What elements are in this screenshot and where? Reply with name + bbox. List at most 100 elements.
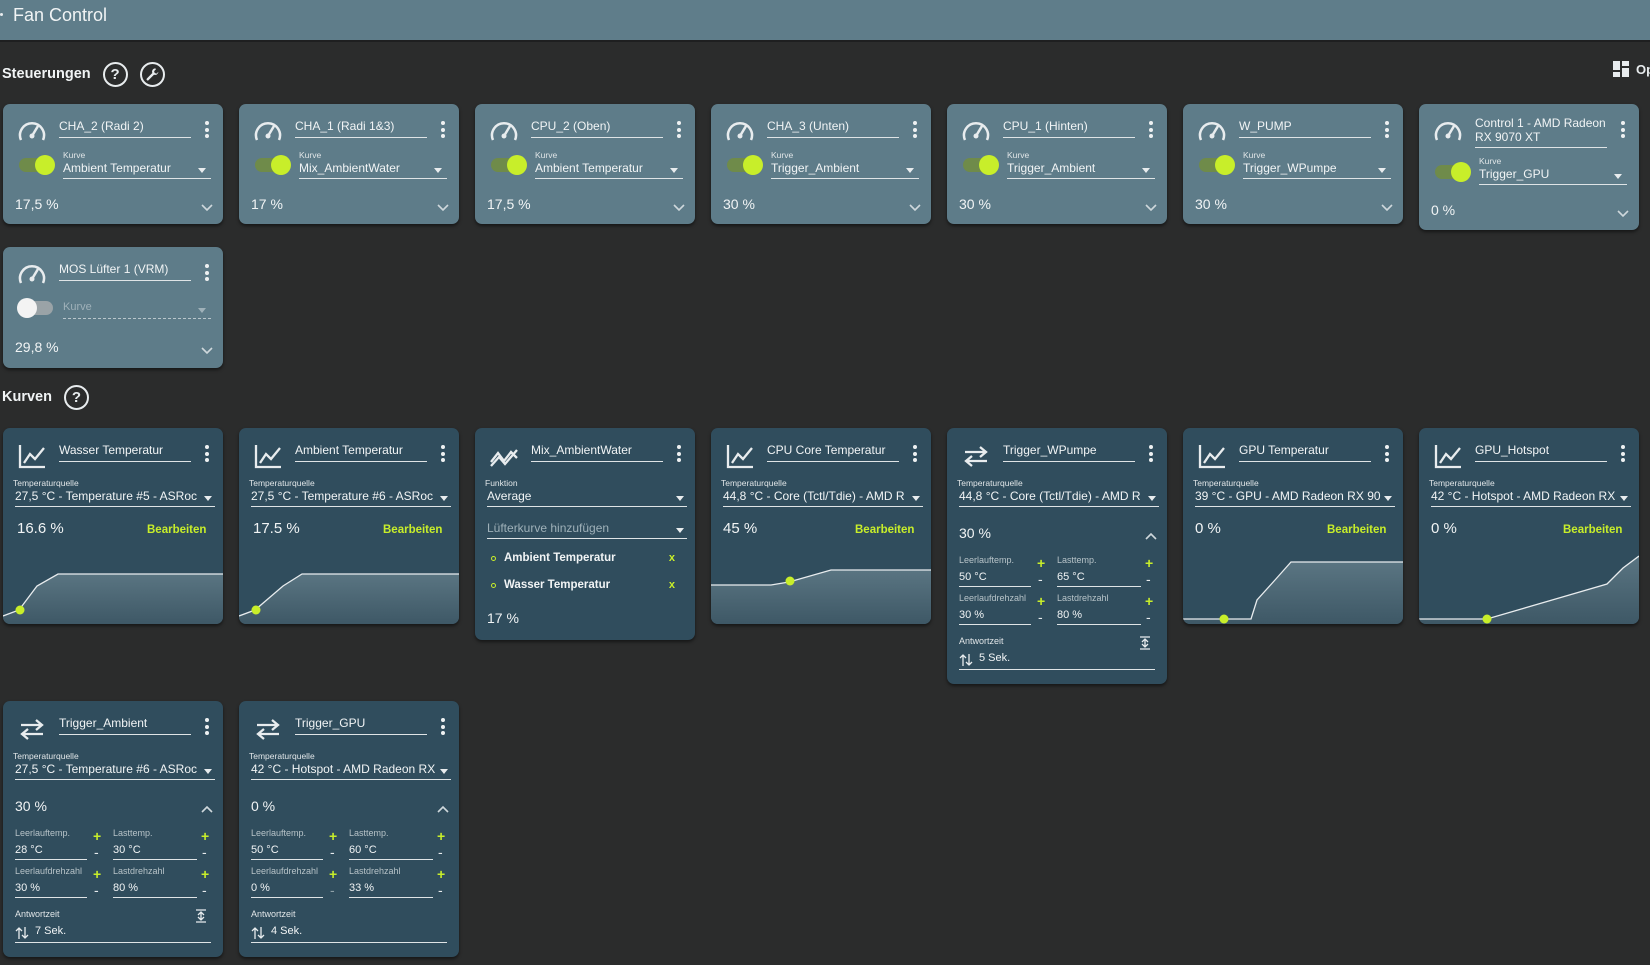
curve-select[interactable]: Trigger_WPumpe [1243, 161, 1391, 179]
temp-source-select[interactable]: 44,8 °C - Core (Tctl/Tdie) - AMD R [723, 489, 923, 507]
curve-name[interactable]: Trigger_Ambient [59, 716, 191, 735]
edit-button[interactable]: Bearbeiten [383, 524, 442, 536]
control-toggle[interactable] [19, 155, 55, 175]
load-temp-minus-button[interactable]: - [202, 845, 207, 859]
more-menu-icon[interactable] [677, 445, 681, 462]
curve-select[interactable]: Mix_AmbientWater [299, 161, 447, 179]
load-speed-input[interactable]: 80 % [113, 882, 197, 898]
more-menu-icon[interactable] [1621, 445, 1625, 462]
idle-speed-input[interactable]: 30 % [15, 882, 87, 898]
idle-temp-input[interactable]: 50 °C [959, 571, 1031, 587]
more-menu-icon[interactable] [205, 121, 209, 138]
idle-temp-plus-button[interactable]: + [329, 829, 337, 843]
help-icon[interactable]: ? [63, 384, 89, 410]
curve-select[interactable]: Trigger_Ambient [1007, 161, 1155, 179]
curve-select[interactable]: Ambient Temperatur [535, 161, 683, 179]
edit-button[interactable]: Bearbeiten [855, 524, 914, 536]
chevron-up-icon[interactable] [1144, 528, 1158, 540]
control-name[interactable]: Control 1 - AMD Radeon RX 9070 XT [1475, 116, 1607, 148]
temp-source-select[interactable]: 42 °C - Hotspot - AMD Radeon RX [251, 762, 451, 780]
more-menu-icon[interactable] [677, 121, 681, 138]
idle-speed-input[interactable]: 0 % [251, 882, 323, 898]
load-speed-minus-button[interactable]: - [202, 883, 207, 897]
function-select[interactable]: Average [487, 489, 687, 507]
more-menu-icon[interactable] [913, 445, 917, 462]
chevron-down-icon[interactable] [200, 343, 214, 355]
idle-temp-input[interactable]: 50 °C [251, 844, 323, 860]
idle-speed-input[interactable]: 30 % [959, 609, 1031, 625]
chevron-down-icon[interactable] [1380, 200, 1394, 212]
idle-temp-minus-button[interactable]: - [330, 845, 335, 859]
control-name[interactable]: MOS Lüfter 1 (VRM) [59, 262, 191, 281]
control-toggle[interactable] [255, 155, 291, 175]
more-menu-icon[interactable] [913, 121, 917, 138]
control-toggle[interactable] [17, 298, 53, 318]
edit-button[interactable]: Bearbeiten [147, 524, 206, 536]
load-speed-plus-button[interactable]: + [437, 867, 445, 881]
curve-select[interactable]: Ambient Temperatur [63, 161, 211, 179]
load-speed-input[interactable]: 33 % [349, 882, 433, 898]
idle-speed-plus-button[interactable]: + [1037, 594, 1045, 608]
control-name[interactable]: CPU_1 (Hinten) [1003, 119, 1135, 138]
curve-select[interactable]: Kurve [63, 301, 211, 319]
more-menu-icon[interactable] [1149, 121, 1153, 138]
chevron-up-icon[interactable] [200, 801, 214, 813]
load-temp-minus-button[interactable]: - [1146, 572, 1151, 586]
load-speed-input[interactable]: 80 % [1057, 609, 1141, 625]
control-name[interactable]: CHA_3 (Unten) [767, 119, 899, 138]
load-speed-plus-button[interactable]: + [201, 867, 209, 881]
edit-button[interactable]: Bearbeiten [1563, 524, 1622, 536]
idle-temp-minus-button[interactable]: - [1038, 572, 1043, 586]
curve-name[interactable]: GPU_Hotspot [1475, 443, 1607, 462]
add-fan-curve-select[interactable]: Lüfterkurve hinzufügen [487, 521, 687, 539]
idle-speed-minus-button[interactable]: - [330, 883, 335, 897]
more-menu-icon[interactable] [1385, 121, 1389, 138]
temp-source-select[interactable]: 27,5 °C - Temperature #5 - ASRoc [15, 489, 215, 507]
more-menu-icon[interactable] [1621, 121, 1625, 138]
chevron-down-icon[interactable] [672, 200, 686, 212]
load-speed-minus-button[interactable]: - [438, 883, 443, 897]
response-time-input[interactable]: 7 Sek. [15, 925, 211, 943]
response-time-input[interactable]: 5 Sek. [959, 652, 1155, 670]
layout-button[interactable]: Op [1612, 60, 1650, 78]
control-name[interactable]: CHA_2 (Radi 2) [59, 119, 191, 138]
more-menu-icon[interactable] [441, 445, 445, 462]
response-time-input[interactable]: 4 Sek. [251, 925, 447, 943]
curve-name[interactable]: Mix_AmbientWater [531, 443, 663, 462]
remove-curve-button[interactable]: x [669, 552, 675, 564]
wrench-icon[interactable] [139, 61, 165, 87]
curve-name[interactable]: Ambient Temperatur [295, 443, 427, 462]
temp-source-select[interactable]: 42 °C - Hotspot - AMD Radeon RX [1431, 489, 1631, 507]
help-icon[interactable]: ? [102, 61, 128, 87]
expand-vertical-icon[interactable] [1139, 636, 1151, 650]
more-menu-icon[interactable] [441, 718, 445, 735]
control-toggle[interactable] [727, 155, 763, 175]
curve-name[interactable]: Wasser Temperatur [59, 443, 191, 462]
idle-speed-plus-button[interactable]: + [329, 867, 337, 881]
curve-name[interactable]: GPU Temperatur [1239, 443, 1371, 462]
remove-curve-button[interactable]: x [669, 579, 675, 591]
temp-source-select[interactable]: 27,5 °C - Temperature #6 - ASRoc [251, 489, 451, 507]
temp-source-select[interactable]: 27,5 °C - Temperature #6 - ASRoc [15, 762, 215, 780]
chevron-down-icon[interactable] [908, 200, 922, 212]
idle-temp-input[interactable]: 28 °C [15, 844, 87, 860]
load-temp-input[interactable]: 60 °C [349, 844, 433, 860]
temp-source-select[interactable]: 39 °C - GPU - AMD Radeon RX 90 [1195, 489, 1395, 507]
load-temp-input[interactable]: 30 °C [113, 844, 197, 860]
curve-select[interactable]: Trigger_GPU [1479, 167, 1627, 185]
load-temp-input[interactable]: 65 °C [1057, 571, 1141, 587]
more-menu-icon[interactable] [1385, 445, 1389, 462]
control-name[interactable]: CHA_1 (Radi 1&3) [295, 119, 427, 138]
curve-select[interactable]: Trigger_Ambient [771, 161, 919, 179]
load-temp-plus-button[interactable]: + [437, 829, 445, 843]
expand-vertical-icon[interactable] [195, 909, 207, 923]
more-menu-icon[interactable] [441, 121, 445, 138]
curve-name[interactable]: CPU Core Temperatur [767, 443, 899, 462]
chevron-down-icon[interactable] [436, 200, 450, 212]
control-toggle[interactable] [1199, 155, 1235, 175]
more-menu-icon[interactable] [1149, 445, 1153, 462]
curve-name[interactable]: Trigger_GPU [295, 716, 427, 735]
chevron-down-icon[interactable] [1144, 200, 1158, 212]
load-temp-plus-button[interactable]: + [1145, 556, 1153, 570]
control-toggle[interactable] [963, 155, 999, 175]
